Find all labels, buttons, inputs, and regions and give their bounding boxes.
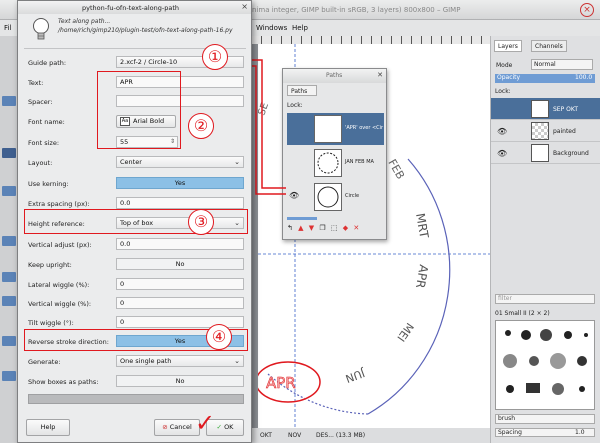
tilt-wiggle-value: 0	[120, 318, 125, 326]
guide-path-value: 2.xcf-2 / Circle-10	[120, 58, 178, 66]
progress-bar	[28, 394, 244, 404]
keep-upright-label: Keep upright:	[28, 261, 72, 269]
plugin-titlebar[interactable]: python-fu-ofn-text-along-path ×	[18, 1, 251, 14]
help-button[interactable]: Help	[26, 419, 70, 436]
spacer-label: Spacer:	[28, 98, 53, 106]
layout-value: Center	[120, 158, 142, 166]
vertical-wiggle-label: Vertical wiggle (%):	[28, 300, 92, 308]
plugin-path: /home/rich/gimp210/plugin-test/ofn-text-…	[58, 27, 233, 34]
cancel-icon: ⊘	[162, 423, 170, 431]
vertical-wiggle-value: 0	[120, 299, 125, 307]
cancel-label: Cancel	[169, 423, 192, 431]
callout-2: ②	[188, 113, 214, 139]
generate-label: Generate:	[28, 358, 61, 366]
text-label: Text:	[28, 79, 44, 87]
annotation-box-height-reference	[24, 209, 248, 234]
callout-3: ③	[188, 209, 214, 235]
lightbulb-icon	[33, 18, 49, 40]
ok-icon: ✓	[216, 423, 225, 431]
annotation-box-text-font	[97, 71, 181, 149]
vertical-adjust-value: 0.0	[120, 240, 131, 248]
chevron-down-icon: ⌄	[234, 158, 240, 166]
lateral-wiggle-input[interactable]: 0	[116, 278, 244, 290]
keep-upright-toggle[interactable]: No	[116, 258, 244, 270]
layout-select[interactable]: Center ⌄	[116, 156, 244, 168]
plugin-name: Text along path...	[58, 18, 111, 25]
cancel-button[interactable]: ⊘ Cancel	[154, 419, 200, 436]
checkmark-annotation: ✓	[195, 409, 216, 437]
lateral-wiggle-label: Lateral wiggle (%):	[28, 281, 90, 289]
show-boxes-label: Show boxes as paths:	[28, 378, 99, 386]
tilt-wiggle-label: Tilt wiggle (°):	[28, 319, 74, 327]
callout-1: ①	[202, 44, 228, 70]
generate-value: One single path	[120, 357, 172, 365]
vertical-adjust-label: Vertical adjust (px):	[28, 241, 92, 249]
font-size-label: Font size:	[28, 139, 60, 147]
use-kerning-toggle[interactable]: Yes	[116, 177, 244, 189]
callout-4: ④	[206, 324, 232, 350]
plugin-dialog: python-fu-ofn-text-along-path × Text alo…	[17, 0, 252, 443]
font-name-label: Font name:	[28, 118, 65, 126]
use-kerning-label: Use kerning:	[28, 180, 69, 188]
plugin-title: python-fu-ofn-text-along-path	[82, 4, 179, 12]
layout-label: Layout:	[28, 159, 53, 167]
guide-path-label: Guide path:	[28, 59, 67, 67]
vertical-wiggle-input[interactable]: 0	[116, 297, 244, 309]
generate-select[interactable]: One single path ⌄	[116, 355, 244, 367]
chevron-down-icon: ⌄	[234, 357, 240, 365]
lateral-wiggle-value: 0	[120, 280, 125, 288]
ok-label: OK	[224, 423, 234, 431]
extra-spacing-label: Extra spacing (px):	[28, 200, 90, 208]
show-boxes-toggle[interactable]: No	[116, 375, 244, 387]
extra-spacing-input[interactable]: 0.0	[116, 197, 244, 209]
vertical-adjust-input[interactable]: 0.0	[116, 238, 244, 250]
extra-spacing-value: 0.0	[120, 199, 131, 207]
plugin-close-icon[interactable]: ×	[241, 2, 248, 11]
